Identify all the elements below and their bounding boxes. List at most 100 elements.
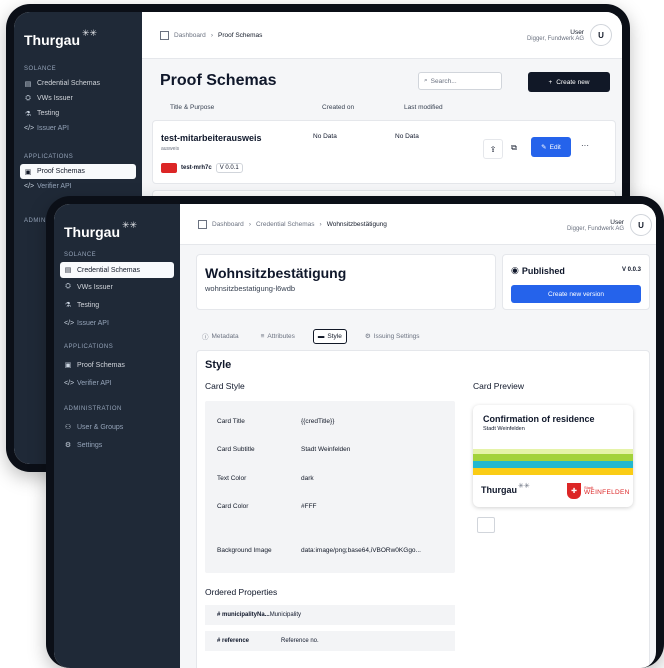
- edit-button[interactable]: ✎ Edit: [531, 137, 571, 157]
- version-badge: V 0.0.3: [621, 267, 641, 273]
- front-sidebar: Thurgau ✳✳ SOLANCE ▤ Credential Schemas ⛭ V…: [54, 204, 180, 668]
- background-image-value: data:image/png;base64,iVBORw0KGgo...: [301, 547, 421, 554]
- row-purpose: ausweis: [161, 146, 180, 152]
- proof-icon: ▣: [64, 362, 72, 369]
- front-user-menu[interactable]: User Digger, Fundwerk AG U: [567, 214, 652, 236]
- thurgau-crest-icon: ✳✳: [518, 483, 530, 490]
- info-icon: ⓘ: [202, 334, 209, 341]
- front-nav-users-groups[interactable]: ⚇ User & Groups: [60, 418, 174, 436]
- schema-title-card: Wohnsitzbestätigung wohnsitzbestatigung-…: [196, 254, 496, 310]
- preview-thurgau-logo: Thurgau ✳✳: [481, 483, 530, 495]
- card-title-label: Card Title: [217, 418, 245, 425]
- schema-title: Wohnsitzbestätigung: [205, 265, 347, 281]
- testing-icon: ⚗: [24, 110, 32, 118]
- preview-stripes: [473, 449, 633, 475]
- style-icon: ▬: [317, 332, 325, 340]
- tab-metadata[interactable]: ⓘ Metadata: [198, 328, 243, 344]
- tab-attributes[interactable]: ≡ Attributes: [257, 330, 299, 343]
- tab-issuing-settings[interactable]: ⚙ Issuing Settings: [361, 329, 424, 343]
- front-nav-testing[interactable]: ⚗ Testing: [60, 296, 174, 314]
- thurgau-crest-icon: ✳✳: [82, 28, 98, 38]
- published-status: ◉ Published: [511, 265, 565, 276]
- front-nav-proof-schemas[interactable]: ▣ Proof Schemas: [60, 356, 174, 374]
- gear-icon: ⚙: [64, 442, 72, 449]
- preview-thumbnail[interactable]: [477, 517, 495, 533]
- preview-title: Confirmation of residence: [483, 414, 595, 424]
- thurgau-crest-icon: ✳✳: [122, 220, 138, 230]
- list-item: # reference Reference no.: [205, 631, 455, 651]
- users-icon: ⚇: [64, 424, 72, 431]
- card-color-label: Card Color: [217, 503, 249, 510]
- schema-tabs: ⓘ Metadata ≡ Attributes ▬ Style ⚙ Issuing Se…: [198, 328, 424, 344]
- tag-swatch: [161, 163, 177, 173]
- back-nav-credential-schemas[interactable]: ▤ Credential Schemas: [20, 76, 136, 91]
- column-modified: Last modified: [404, 104, 443, 111]
- settings-icon: ⚙: [364, 333, 371, 340]
- back-nav-testing[interactable]: ⚗ Testing: [20, 106, 136, 121]
- search-icon: ⌕: [424, 77, 428, 84]
- front-crumb-credential-schemas[interactable]: Credential Schemas: [256, 221, 315, 228]
- sidebar-toggle-icon[interactable]: [198, 220, 207, 229]
- row-title: test-mitarbeiterausweis: [161, 133, 262, 143]
- code-icon: </>: [24, 125, 35, 132]
- card-subtitle-label: Card Subtitle: [217, 446, 255, 453]
- back-create-new-button[interactable]: + Create new: [528, 72, 610, 92]
- back-breadcrumb: Dashboard › Proof Schemas: [160, 31, 262, 40]
- copy-icon[interactable]: ⧉: [505, 139, 523, 157]
- text-color-label: Text Color: [217, 475, 247, 482]
- text-color-value: dark: [301, 475, 314, 482]
- chevron-right-icon: ›: [248, 221, 251, 228]
- code-icon: </>: [64, 379, 75, 387]
- eye-icon: ◉: [511, 265, 519, 275]
- row-tag: test-mrh7c V 0.0.1: [161, 163, 243, 173]
- schema-subtitle: wohnsitzbestatigung-l6wdb: [205, 284, 296, 293]
- column-title: Title & Purpose: [170, 104, 215, 111]
- front-nav-verifier-api[interactable]: </> Verifier API: [60, 374, 174, 392]
- back-search-input[interactable]: ⌕ Search...: [418, 72, 502, 90]
- preview-partner-logo: ✚ Stadt WEINFELDEN: [567, 483, 630, 499]
- plus-icon: +: [548, 78, 553, 86]
- back-nav-verifier-api[interactable]: </> Verifier API: [20, 179, 136, 194]
- back-topbar: Dashboard › Proof Schemas User Digger, Fu…: [142, 12, 622, 59]
- front-main: Dashboard › Credential Schemas › Wohnsit…: [180, 204, 656, 668]
- back-user-menu[interactable]: User Digger, Fundwerk AG U: [527, 24, 612, 46]
- table-row[interactable]: test-mitarbeiterausweis ausweis No Data …: [152, 120, 616, 184]
- front-breadcrumb: Dashboard › Credential Schemas › Wohnsit…: [198, 220, 387, 229]
- row-modified: No Data: [395, 133, 419, 140]
- issuer-icon: ⛭: [65, 283, 71, 290]
- proof-icon: ▣: [24, 168, 32, 176]
- sidebar-toggle-icon[interactable]: [160, 31, 169, 40]
- back-nav-issuer-api[interactable]: </> Issuer API: [20, 121, 136, 136]
- front-section-administration: ADMINISTRATION: [64, 406, 122, 412]
- back-nav-vws-issuer[interactable]: ⛭ VWs Issuer: [20, 91, 136, 106]
- front-nav-credential-schemas[interactable]: ▤ Credential Schemas: [60, 262, 174, 278]
- back-crumb-dashboard[interactable]: Dashboard: [174, 32, 206, 39]
- list-icon: ≡: [260, 332, 265, 340]
- card-style-table: Card Title {{credTitle}} Card Subtitle S…: [205, 401, 455, 573]
- more-options-icon[interactable]: ···: [581, 141, 589, 150]
- front-section-applications: APPLICATIONS: [64, 344, 114, 350]
- front-nav-vws-issuer[interactable]: ⛭ VWs Issuer: [60, 278, 174, 296]
- front-nav-issuer-api[interactable]: </> Issuer API: [60, 314, 174, 332]
- version-badge: V 0.0.1: [215, 163, 243, 173]
- front-nav-settings[interactable]: ⚙ Settings: [60, 436, 174, 454]
- id-card-icon: ▤: [64, 267, 72, 274]
- avatar[interactable]: U: [590, 24, 612, 46]
- id-card-icon: ▤: [24, 80, 32, 88]
- front-crumb-dashboard[interactable]: Dashboard: [212, 221, 244, 228]
- tab-style[interactable]: ▬ Style: [312, 328, 347, 344]
- card-title-value: {{credTitle}}: [301, 418, 335, 425]
- style-heading: Style: [205, 359, 232, 371]
- back-section-applications: APPLICATIONS: [24, 154, 74, 160]
- pencil-icon: ✎: [541, 144, 547, 151]
- create-new-version-button[interactable]: Create new version: [511, 285, 641, 303]
- front-topbar: Dashboard › Credential Schemas › Wohnsit…: [180, 204, 656, 245]
- card-color-value: #FFF: [301, 503, 317, 510]
- publish-card: ◉ Published V 0.0.3 Create new version: [502, 254, 650, 310]
- chevron-right-icon: ›: [319, 221, 322, 228]
- share-icon[interactable]: ⇪: [483, 139, 503, 159]
- front-crumb-current: Wohnsitzbestätigung: [326, 221, 387, 228]
- column-created: Created on: [322, 104, 355, 111]
- back-nav-proof-schemas[interactable]: ▣ Proof Schemas: [20, 164, 136, 179]
- avatar[interactable]: U: [630, 214, 652, 236]
